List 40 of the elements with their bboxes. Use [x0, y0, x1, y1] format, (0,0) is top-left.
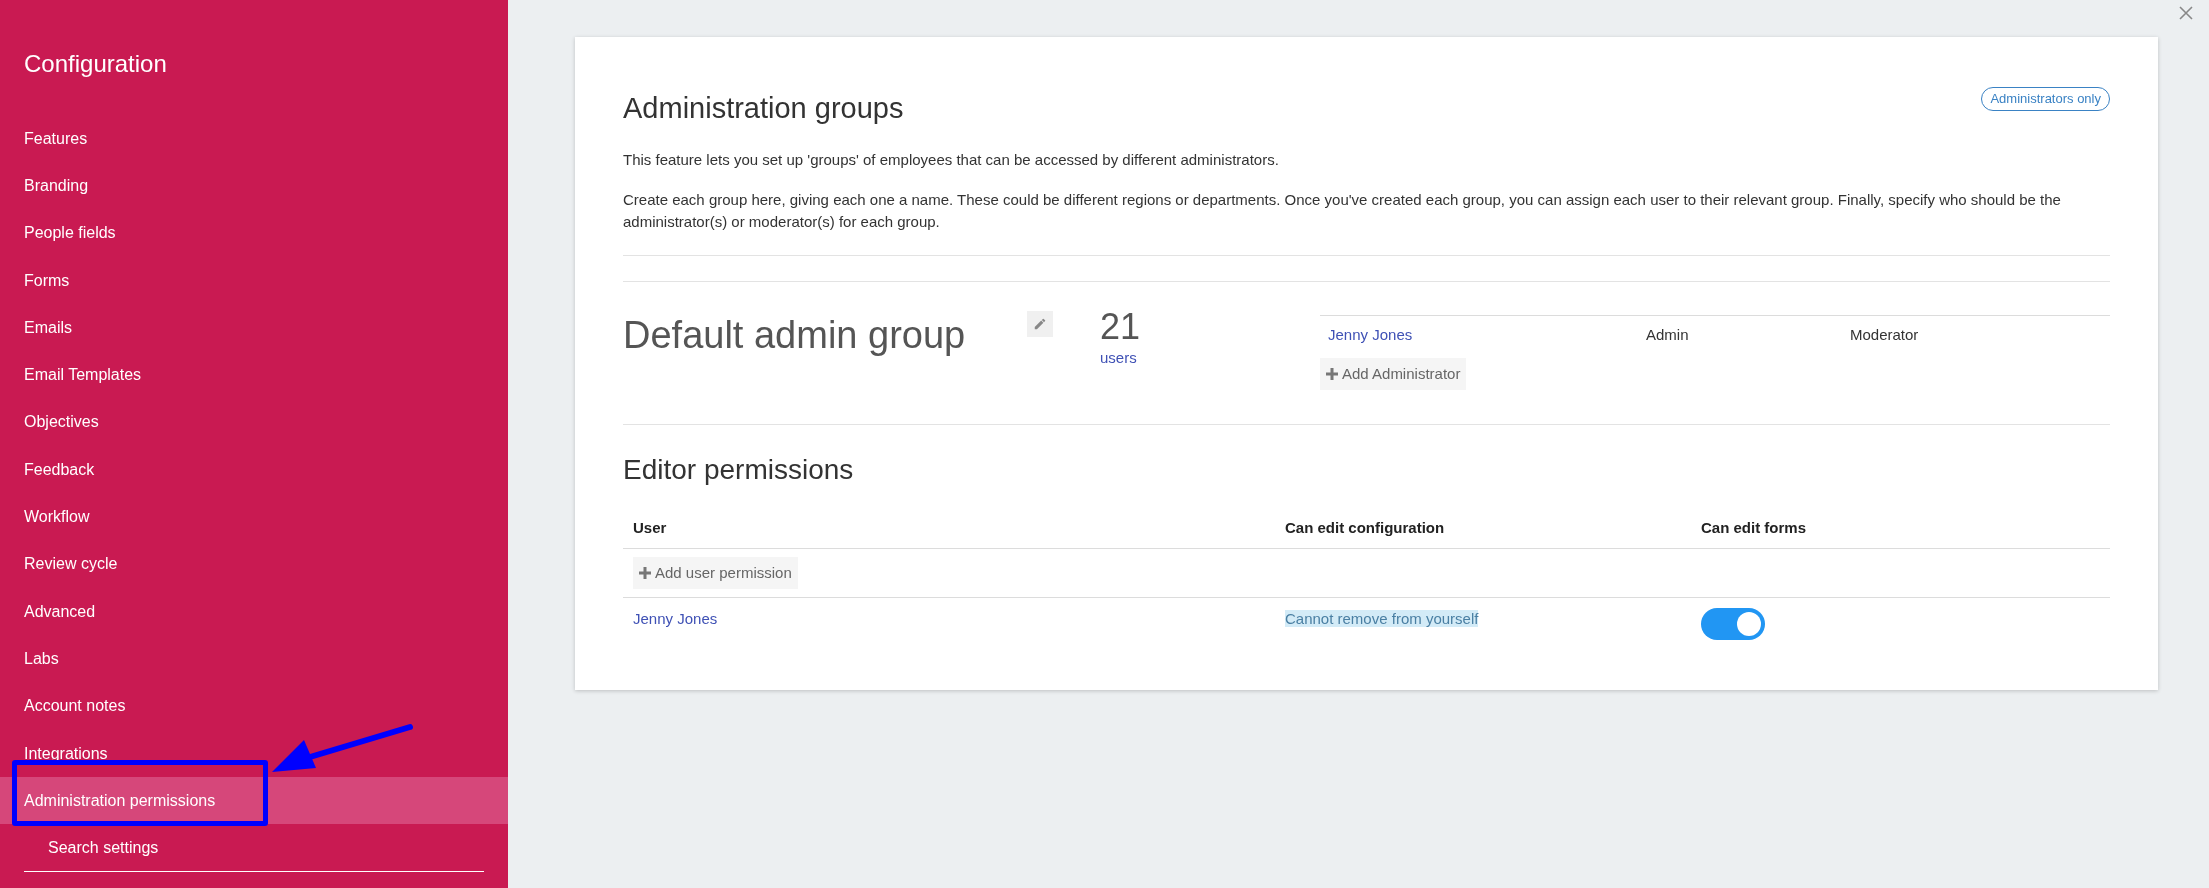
sidebar-item[interactable]: Integrations: [0, 729, 508, 778]
plus-icon: [639, 566, 651, 579]
sidebar-item[interactable]: Emails: [0, 304, 508, 352]
sidebar-item[interactable]: Email Templates: [0, 351, 508, 399]
sidebar-item[interactable]: Forms: [0, 256, 508, 305]
pencil-icon: [1033, 316, 1047, 331]
sidebar-item[interactable]: Objectives: [0, 398, 508, 447]
plus-icon: [1326, 367, 1338, 380]
sidebar-item[interactable]: Administration permissions: [0, 777, 508, 825]
description-text: Create each group here, giving each one a name. These could be different regions or departments. Once you've created each group, you can assign each user to their relevant group. Finally, specify who should be the administrator(s) or moderator(s) for each group.: [623, 189, 2062, 232]
configuration-note: Cannot remove from yourself: [1285, 610, 1479, 627]
user-link[interactable]: Jenny Jones: [633, 608, 1285, 631]
sidebar-item[interactable]: Review cycle: [0, 540, 508, 588]
sidebar-item[interactable]: Workflow: [0, 493, 508, 541]
add-user-permission-button[interactable]: Add user permission: [633, 556, 798, 589]
sidebar-item[interactable]: Feedback: [0, 446, 508, 494]
sidebar-item[interactable]: Features: [0, 115, 508, 163]
sidebar-item[interactable]: Account notes: [0, 682, 508, 730]
role-label: Admin: [1646, 325, 1690, 346]
section-title: Editor permissions: [623, 453, 855, 487]
page-title: Administration groups: [623, 91, 904, 126]
toggle-switch[interactable]: [1701, 608, 1765, 640]
edit-button[interactable]: [1027, 310, 1053, 337]
column-header: Can edit forms: [1701, 518, 1806, 538]
description-text: This feature lets you set up 'groups' of employees that can be accessed by different administrators.: [623, 149, 1280, 170]
sidebar-item[interactable]: People fields: [0, 209, 508, 257]
column-header: Can edit configuration: [1285, 518, 1446, 538]
column-header: User: [633, 518, 668, 538]
role-label: Moderator: [1850, 325, 1919, 346]
administrator-link[interactable]: Jenny Jones: [1328, 324, 1646, 347]
group-name: Default admin group: [623, 312, 966, 358]
users-link[interactable]: users: [1100, 346, 1137, 369]
close-icon[interactable]: [2178, 5, 2194, 21]
sidebar-item[interactable]: Search settings: [24, 824, 484, 872]
sidebar-title: Configuration: [23, 49, 168, 79]
sidebar-item[interactable]: Advanced: [0, 587, 508, 636]
user-count: 21: [1100, 306, 1142, 347]
sidebar-item[interactable]: Labs: [0, 635, 508, 683]
add-administrator-button[interactable]: Add Administrator: [1320, 357, 1467, 390]
sidebar-item[interactable]: Branding: [0, 162, 508, 210]
